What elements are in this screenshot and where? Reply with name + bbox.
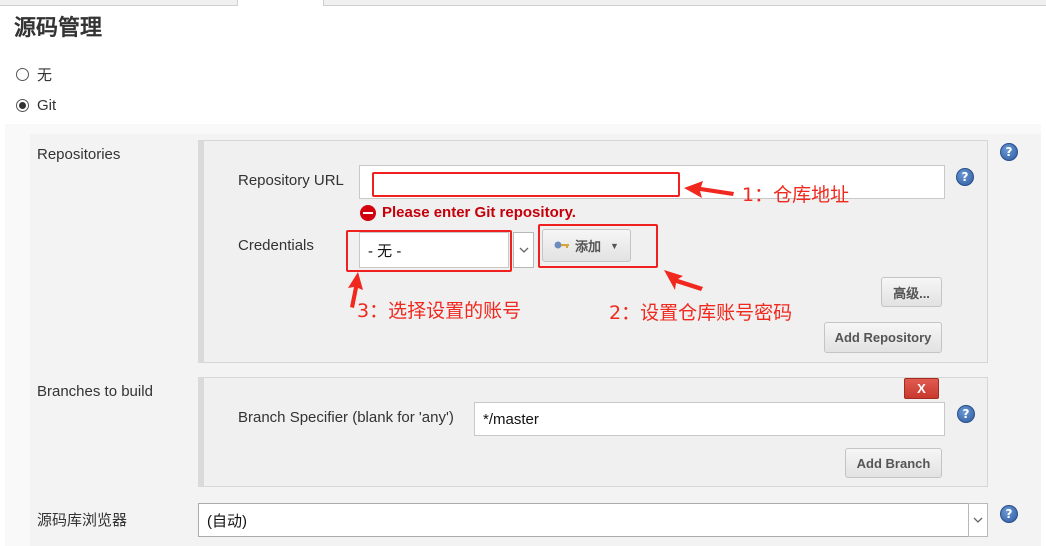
annotation-arrow-1-icon — [684, 181, 734, 198]
annotation-arrow-2-icon — [664, 270, 703, 291]
annotation-3-text: 3：选择设置的账号 — [357, 300, 522, 322]
annotation-1-text: 1：仓库地址 — [742, 184, 850, 206]
annotation-2-text: 2：设置仓库账号密码 — [609, 302, 793, 324]
annotation-arrows — [348, 181, 734, 308]
